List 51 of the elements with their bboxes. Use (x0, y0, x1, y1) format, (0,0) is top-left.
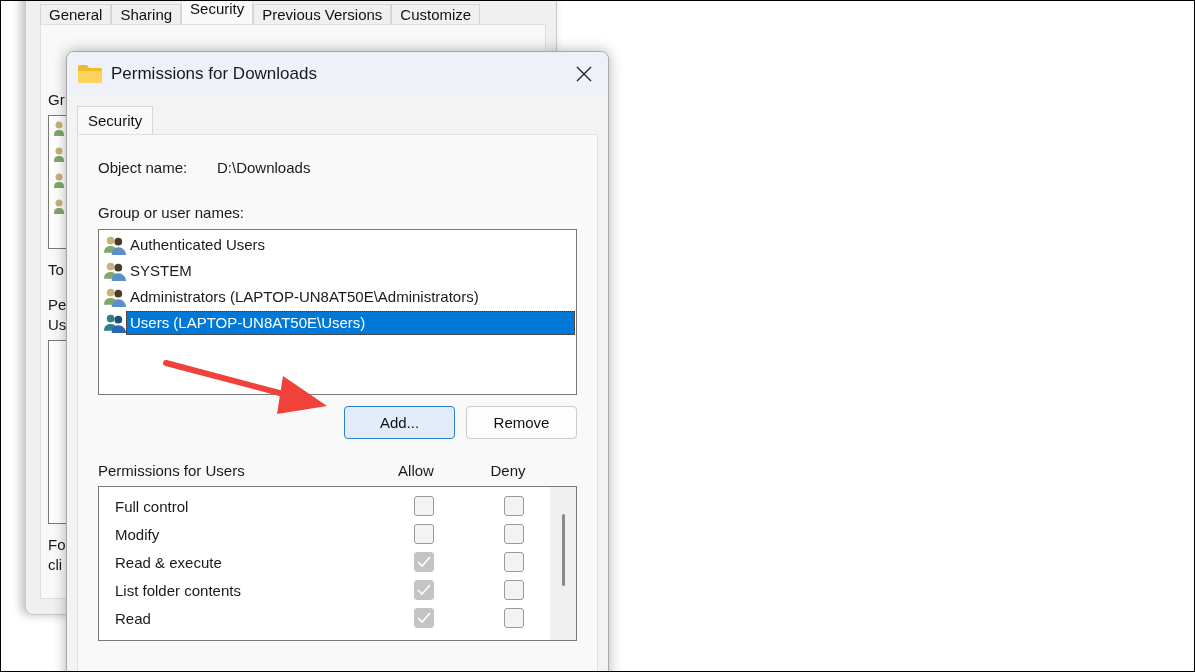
add-button[interactable]: Add... (344, 406, 455, 439)
cut-text: Us (48, 316, 67, 334)
users-icon (104, 261, 126, 281)
checkbox[interactable] (504, 580, 524, 600)
column-header: Allow (397, 462, 435, 480)
users-icon (104, 287, 126, 307)
checkbox[interactable] (504, 552, 524, 572)
checkbox[interactable] (504, 496, 524, 516)
users-icon (104, 313, 126, 333)
tab[interactable]: Customize (391, 4, 481, 24)
permissions-label: Permissions for Users (98, 462, 246, 480)
window-title: Permissions for Downloads (111, 64, 318, 84)
tab[interactable]: General (40, 4, 112, 24)
group-label: Group or user names: (98, 204, 245, 222)
checkbox[interactable] (414, 524, 434, 544)
folder-icon (78, 65, 102, 83)
checkbox[interactable] (414, 580, 434, 600)
permission-name: Read & execute (115, 553, 223, 571)
checkbox[interactable] (414, 608, 434, 628)
checkbox[interactable] (504, 608, 524, 628)
cut-text: To (48, 261, 64, 279)
tab[interactable]: Previous Versions (253, 4, 392, 24)
tab[interactable]: Security (181, 1, 254, 24)
user-item[interactable]: SYSTEM (126, 259, 196, 283)
tab[interactable]: Sharing (111, 4, 182, 24)
scrollbar[interactable] (550, 487, 576, 640)
permission-name: Read (115, 609, 152, 627)
checkbox[interactable] (414, 552, 434, 572)
permission-name: List folder contents (115, 581, 242, 599)
permission-name: Full control (115, 497, 190, 515)
user-icon (54, 172, 64, 190)
column-header: Deny (489, 462, 527, 480)
object-name-value: D:\Downloads (217, 159, 311, 177)
user-item[interactable]: Authenticated Users (126, 233, 270, 257)
user-item[interactable]: Administrators (LAPTOP-UN8AT50E\Administrators) (126, 285, 483, 309)
remove-button[interactable]: Remove (466, 406, 577, 439)
object-name-label: Object name: (98, 159, 189, 177)
cut-text: cli (48, 556, 63, 574)
close-icon (576, 66, 592, 82)
user-icon (54, 146, 64, 164)
user-icon (54, 198, 64, 216)
cut-text: Pe (48, 296, 67, 314)
permission-name: Modify (115, 525, 161, 543)
user-icon (54, 120, 64, 138)
cut-text: Gr (48, 91, 65, 109)
checkbox[interactable] (414, 496, 434, 516)
checkbox[interactable] (504, 524, 524, 544)
tab[interactable]: Security (77, 106, 154, 134)
user-item[interactable]: Users (LAPTOP-UN8AT50E\Users) (126, 311, 575, 335)
cut-text: Fo (48, 536, 66, 554)
users-icon (104, 235, 126, 255)
